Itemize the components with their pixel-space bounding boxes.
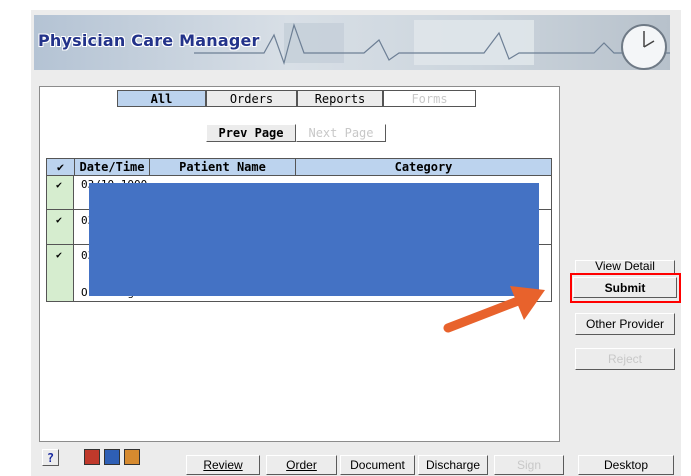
column-header-patient-name[interactable]: Patient Name <box>150 159 296 175</box>
next-page-button: Next Page <box>296 124 386 142</box>
submit-highlight-box <box>570 273 681 303</box>
order-label: Order <box>286 458 317 472</box>
order-button[interactable]: Order <box>266 455 337 475</box>
row-check-icon[interactable]: ✔ <box>56 180 62 191</box>
row-check-icon[interactable]: ✔ <box>56 250 62 261</box>
row-check-icon[interactable]: ✔ <box>56 215 62 226</box>
lock-icon[interactable] <box>124 449 140 465</box>
help-button[interactable]: ? <box>42 449 59 466</box>
reject-button: Reject <box>575 348 675 370</box>
review-label: Review <box>203 458 243 472</box>
review-button[interactable]: Review <box>186 455 260 475</box>
column-header-category[interactable]: Category <box>296 159 551 175</box>
prev-page-button[interactable]: Prev Page <box>206 124 296 142</box>
app-banner: Physician Care Manager <box>34 15 670 70</box>
app-title: Physician Care Manager <box>38 31 260 50</box>
document-button[interactable]: Document <box>340 455 415 475</box>
alert-icon[interactable] <box>84 449 100 465</box>
discharge-button[interactable]: Discharge <box>418 455 488 475</box>
view-detail-button[interactable]: View Detail <box>575 260 675 274</box>
desktop-button[interactable]: Desktop <box>578 455 674 475</box>
tab-reports[interactable]: Reports <box>297 90 383 107</box>
other-provider-button[interactable]: Other Provider <box>575 313 675 335</box>
tab-all[interactable]: All <box>117 90 206 107</box>
tab-forms: Forms <box>383 90 476 107</box>
table-header: ✔ Date/Time Patient Name Category <box>47 159 551 176</box>
column-header-check: ✔ <box>47 159 75 175</box>
globe-icon[interactable] <box>104 449 120 465</box>
sign-button: Sign <box>494 455 564 475</box>
tab-orders[interactable]: Orders <box>206 90 297 107</box>
arrow-annotation-icon <box>443 286 545 333</box>
check-column <box>47 176 74 301</box>
column-header-datetime[interactable]: Date/Time <box>75 159 150 175</box>
